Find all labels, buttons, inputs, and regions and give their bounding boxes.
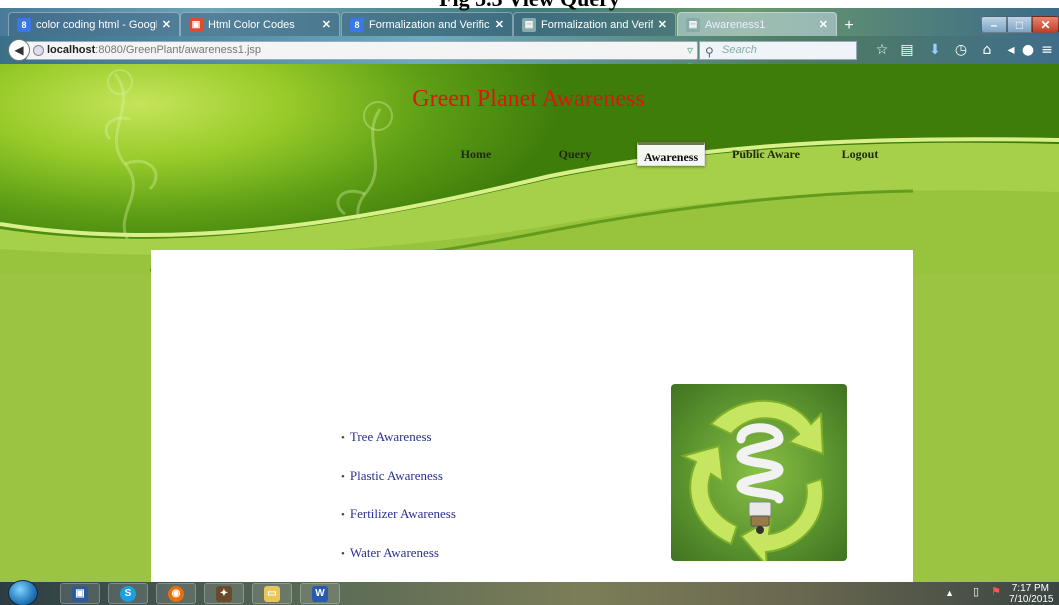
back-button[interactable]: ◀ <box>8 39 30 61</box>
nav-public-aware[interactable]: Public Aware <box>726 142 806 166</box>
bullet-icon: • <box>341 547 345 560</box>
url-path: :8080/GreenPlant/awareness1.jsp <box>95 44 262 56</box>
globe-icon <box>33 45 44 56</box>
skype-icon: S <box>120 585 136 602</box>
tab-label: Awareness1 <box>705 18 766 31</box>
history-icon[interactable]: ◷ <box>952 42 970 58</box>
close-tab-icon[interactable]: ✕ <box>162 18 171 31</box>
eco-bulb-image <box>671 384 847 561</box>
send-icon[interactable]: ◂ <box>1002 42 1020 58</box>
nav-query[interactable]: Query <box>550 142 600 166</box>
firefox-icon: ◉ <box>168 585 184 602</box>
browser-tab-active[interactable]: ▤ Awareness1 ✕ <box>677 12 837 36</box>
html-color-codes-icon: ▣ <box>189 17 203 32</box>
browser-tab-bar: 8 color coding html - Googl... ✕ ▣ Html … <box>0 8 1059 36</box>
awareness-link-fertilizer[interactable]: • Fertilizer Awareness <box>341 506 456 545</box>
bookmarks-list-icon[interactable]: ▤ <box>898 42 916 58</box>
browser-tab[interactable]: ▣ Html Color Codes ✕ <box>180 12 340 36</box>
system-tray: ▲ ▯ ⚑ 7:17 PM 7/10/2015 <box>945 583 1054 605</box>
remote-desktop-icon: ▣ <box>72 585 88 602</box>
google-icon: 8 <box>17 17 31 32</box>
clock-date: 7/10/2015 <box>1009 594 1054 605</box>
browser-nav-bar: localhost:8080/GreenPlant/awareness1.jsp… <box>0 36 1059 74</box>
browser-tab[interactable]: 8 color coding html - Googl... ✕ <box>8 12 180 36</box>
folder-icon: ▭ <box>264 585 280 602</box>
image-icon: ▤ <box>686 17 700 32</box>
bullet-icon: • <box>341 432 345 444</box>
bullet-icon: • <box>341 509 345 521</box>
close-window-button[interactable]: ✕ <box>1032 16 1059 33</box>
new-tab-button[interactable]: + <box>838 18 860 36</box>
os-taskbar: ▣ S ◉ ✦ ▭ W ▲ ▯ ⚑ 7:17 PM 7/10/2015 <box>0 580 1059 605</box>
site-title-text: Green Planet Awareness <box>412 86 645 112</box>
search-icon: ⚲ <box>705 45 714 59</box>
bullet-icon: • <box>341 470 345 483</box>
awareness-link-list: • Tree Awareness • Plastic Awareness • Fert… <box>341 429 456 582</box>
link-label: Fertilizer Awareness <box>349 506 456 521</box>
close-tab-icon[interactable]: ✕ <box>819 18 828 31</box>
clock[interactable]: 7:17 PM 7/10/2015 <box>1009 583 1054 605</box>
link-label: Plastic Awareness <box>349 467 443 483</box>
google-icon: 8 <box>350 17 364 32</box>
nav-awareness[interactable]: Awareness <box>637 142 705 166</box>
url-host: localhost <box>47 44 96 56</box>
nav-label: Query <box>558 147 592 161</box>
nav-label: Awareness <box>643 150 699 164</box>
game-icon: ✦ <box>216 585 232 602</box>
tray-arrow-icon[interactable]: ▲ <box>945 588 954 598</box>
figure-caption: Fig 5.3 View Query <box>0 0 1059 11</box>
recycle-bulb-icon <box>680 399 825 561</box>
awareness-link-water[interactable]: • Water Awareness <box>341 545 456 583</box>
browser-tab[interactable]: 8 Formalization and Verificat... ✕ <box>341 12 513 36</box>
link-label: Tree Awareness <box>349 429 432 444</box>
awareness-link-tree[interactable]: • Tree Awareness <box>341 429 456 468</box>
search-input[interactable]: ⚲ Search <box>699 41 857 60</box>
browser-tab[interactable]: ▤ Formalization and Verificat... ✕ <box>513 12 676 36</box>
close-tab-icon[interactable]: ✕ <box>495 18 504 31</box>
bulb-icon <box>736 423 784 534</box>
word-icon: W <box>312 585 328 602</box>
main-content: • Tree Awareness • Plastic Awareness • Fert… <box>151 250 913 582</box>
close-tab-icon[interactable]: ✕ <box>322 18 331 31</box>
taskbar-app-explorer[interactable]: ▭ <box>252 583 292 604</box>
maximize-button[interactable]: □ <box>1007 16 1032 33</box>
download-icon[interactable]: ⬇ <box>926 42 944 58</box>
taskbar-app-remote-desktop[interactable]: ▣ <box>60 583 100 604</box>
nav-label: Home <box>460 147 492 161</box>
nav-label: Logout <box>841 147 879 161</box>
image-icon: ▤ <box>522 17 536 32</box>
taskbar-app-firefox[interactable]: ◉ <box>156 583 196 604</box>
close-tab-icon[interactable]: ✕ <box>658 18 667 31</box>
clock-time: 7:17 PM <box>1011 583 1049 594</box>
site-title: Green Planet Awareness <box>0 86 1059 113</box>
start-button[interactable] <box>8 580 38 605</box>
site-header: Green Planet Awareness Home Query Awaren… <box>0 64 1059 274</box>
bookmark-star-icon[interactable]: ☆ <box>873 42 891 58</box>
web-page: Green Planet Awareness Home Query Awaren… <box>0 64 1059 582</box>
tab-label: Formalization and Verificat... <box>541 18 653 31</box>
tab-label: color coding html - Googl... <box>36 18 157 31</box>
taskbar-app-game[interactable]: ✦ <box>204 583 244 604</box>
menu-icon[interactable]: ≡ <box>1038 42 1056 58</box>
taskbar-app-skype[interactable]: S <box>108 583 148 604</box>
nav-home[interactable]: Home <box>452 142 500 166</box>
tab-label: Html Color Codes <box>208 18 295 31</box>
nav-label: Public Aware <box>732 147 800 161</box>
chat-icon[interactable]: ● <box>1019 42 1037 58</box>
tab-label: Formalization and Verificat... <box>369 18 490 31</box>
url-bar[interactable]: localhost:8080/GreenPlant/awareness1.jsp… <box>26 41 698 74</box>
home-icon[interactable]: ⌂ <box>978 42 996 58</box>
link-label: Water Awareness <box>349 544 439 560</box>
nav-logout[interactable]: Logout <box>836 142 884 166</box>
network-icon[interactable]: ▯ <box>973 587 979 598</box>
flag-icon[interactable]: ⚑ <box>991 587 1001 598</box>
search-placeholder: Search <box>722 44 757 56</box>
awareness-link-plastic[interactable]: • Plastic Awareness <box>341 468 456 507</box>
taskbar-app-word[interactable]: W <box>300 583 340 604</box>
minimize-button[interactable]: – <box>981 16 1007 33</box>
caption-text: Fig 5.3 View Query <box>0 0 1059 12</box>
